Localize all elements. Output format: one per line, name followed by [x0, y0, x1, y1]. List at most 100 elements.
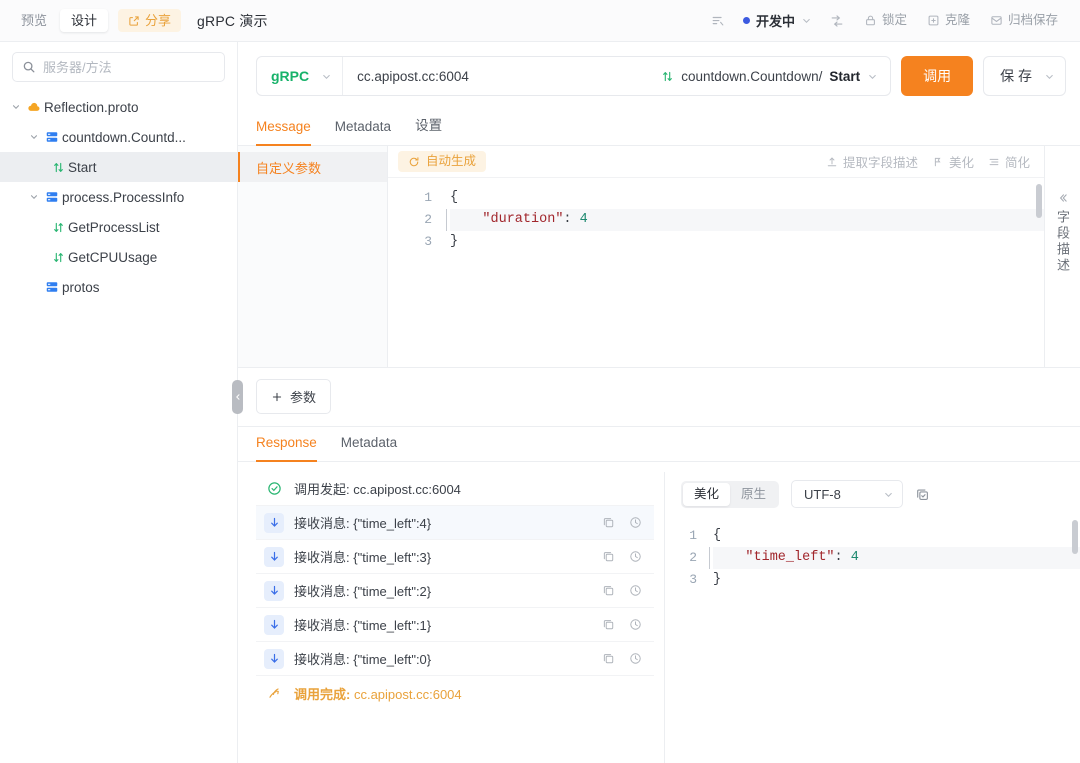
tab-message[interactable]: Message	[256, 111, 311, 146]
response-log-row[interactable]: 调用发起: cc.apipost.cc:6004	[256, 472, 654, 506]
add-param-button[interactable]: 参数	[256, 379, 332, 414]
method-select[interactable]: countdown.Countdown/Start	[655, 57, 890, 95]
archive-save-button[interactable]: 归档保存	[982, 9, 1066, 32]
share-button[interactable]: 分享	[118, 9, 182, 32]
code-token-colon: :	[834, 550, 851, 565]
request-code-editor[interactable]: 1 2 3 { "duration": 4 }	[388, 178, 1044, 367]
clone-button[interactable]: 克隆	[919, 9, 978, 32]
request-editor-scrollbar[interactable]	[1036, 184, 1042, 218]
add-param-row: 参数	[238, 368, 1080, 427]
copy-icon[interactable]	[915, 487, 930, 502]
flow-arrow-button[interactable]	[822, 9, 852, 33]
response-body: 调用发起: cc.apipost.cc:6004 接收消息: {"time_le…	[238, 462, 1080, 763]
response-log-text: 接收消息: {"time_left":2}	[294, 581, 431, 600]
field-description-label: 字段描述	[1055, 210, 1070, 274]
seg-raw[interactable]: 原生	[730, 483, 777, 506]
code-token-key: "time_left"	[745, 550, 835, 565]
invoke-button[interactable]: 调用	[901, 56, 974, 96]
request-editor-column: 自动生成 提取字段描述 美化 简化 1 2 3 {"duration": 4 …	[388, 146, 1044, 367]
response-log-row[interactable]: 接收消息: {"time_left":2}	[256, 574, 654, 608]
copy-icon[interactable]	[602, 550, 615, 563]
response-log-row[interactable]: 调用完成: cc.apipost.cc:6004	[256, 676, 654, 710]
code-line: "duration": 4	[450, 209, 1044, 231]
seg-beautify[interactable]: 美化	[683, 482, 731, 506]
arrow-down-icon	[264, 648, 284, 669]
search-icon	[22, 60, 36, 74]
sidebar-item-getcpuusage[interactable]: GetCPUUsage	[0, 242, 237, 272]
save-button-group[interactable]: 保 存	[983, 56, 1066, 96]
time-icon[interactable]	[629, 516, 642, 529]
url-group: gRPC cc.apipost.cc:6004 countdown.Countd…	[256, 56, 892, 96]
service-icon	[42, 190, 62, 204]
search-box[interactable]	[12, 52, 225, 82]
response-log-row[interactable]: 接收消息: {"time_left":1}	[256, 608, 654, 642]
time-icon[interactable]	[629, 550, 642, 563]
tab-settings[interactable]: 设置	[415, 106, 442, 146]
list-lines-button[interactable]	[703, 9, 733, 33]
minify-button[interactable]: 简化	[988, 152, 1030, 171]
response-log-row[interactable]: 接收消息: {"time_left":4}	[256, 506, 654, 540]
protocol-select[interactable]: gRPC	[257, 57, 344, 95]
tree-node-countdown-service[interactable]: countdown.Countd...	[0, 122, 237, 152]
minify-label: 简化	[1004, 156, 1030, 170]
tab-metadata[interactable]: Metadata	[335, 111, 391, 146]
time-icon[interactable]	[629, 584, 642, 597]
search-input[interactable]	[43, 59, 215, 75]
log-lead: 接收消息:	[294, 652, 350, 667]
extract-icon	[826, 156, 838, 168]
sidebar-collapse-handle[interactable]	[232, 380, 243, 414]
tree-node-label: countdown.Countd...	[62, 129, 186, 145]
time-icon[interactable]	[629, 618, 642, 631]
double-chevron-left-icon[interactable]	[1057, 192, 1069, 204]
lock-button[interactable]: 锁定	[856, 9, 915, 32]
request-code-lines[interactable]: { "duration": 4 }	[444, 178, 1044, 367]
copy-icon[interactable]	[602, 652, 615, 665]
auto-generate-button[interactable]: 自动生成	[398, 151, 487, 172]
share-square-icon	[128, 15, 140, 27]
code-token: {	[450, 190, 459, 205]
chevron-down-icon[interactable]	[26, 132, 42, 142]
tab-response-metadata[interactable]: Metadata	[341, 427, 397, 462]
line-number: 1	[424, 190, 432, 205]
response-row-actions	[602, 652, 642, 665]
extract-field-desc-button[interactable]: 提取字段描述	[826, 152, 918, 171]
top-bar-left: 预览 设计 分享 gRPC 演示	[10, 9, 268, 32]
response-code-lines[interactable]: { "time_left": 4 }	[707, 516, 1080, 763]
sidebar-item-getprocesslist[interactable]: GetProcessList	[0, 212, 237, 242]
response-code-editor[interactable]: 1 2 3 { "time_left": 4 }	[665, 516, 1080, 763]
editor-toolbar: 自动生成 提取字段描述 美化 简化	[388, 146, 1044, 178]
param-item-custom[interactable]: 自定义参数	[238, 152, 387, 182]
field-description-rail[interactable]: 字段描述	[1044, 146, 1080, 367]
body: Reflection.proto countdown.C	[0, 42, 1080, 763]
tab-response[interactable]: Response	[256, 427, 317, 462]
response-log-row[interactable]: 接收消息: {"time_left":3}	[256, 540, 654, 574]
tree-node-processinfo-service[interactable]: process.ProcessInfo	[0, 182, 237, 212]
copy-icon[interactable]	[602, 618, 615, 631]
response-editor-scrollbar[interactable]	[1072, 520, 1078, 554]
proto-tree: Reflection.proto countdown.Countd... Sta…	[0, 88, 237, 302]
code-line: }	[450, 231, 1044, 253]
tree-node-reflection-proto[interactable]: Reflection.proto	[0, 92, 237, 122]
sidebar-item-start[interactable]: Start	[0, 152, 237, 182]
tab-preview[interactable]: 预览	[10, 9, 58, 32]
tab-design[interactable]: 设计	[60, 9, 109, 32]
time-icon[interactable]	[629, 652, 642, 665]
status-badge[interactable]: 开发中	[737, 6, 818, 35]
save-button[interactable]: 保 存	[984, 66, 1044, 86]
tree-node-protos[interactable]: protos	[0, 272, 237, 302]
lock-label: 锁定	[881, 13, 907, 28]
server-url-input[interactable]: cc.apipost.cc:6004	[343, 69, 655, 84]
beautify-button[interactable]: 美化	[932, 152, 974, 171]
stream-arrows-icon	[48, 161, 68, 174]
encoding-select[interactable]: UTF-8	[791, 480, 904, 508]
response-log-row[interactable]: 接收消息: {"time_left":0}	[256, 642, 654, 676]
copy-icon[interactable]	[602, 516, 615, 529]
code-line: {	[450, 187, 1044, 209]
chevron-down-icon[interactable]	[1044, 71, 1065, 82]
clone-icon	[927, 14, 940, 27]
chevron-down-icon[interactable]	[26, 192, 42, 202]
method-service-label: countdown.Countdown/	[681, 68, 823, 84]
chevron-down-icon[interactable]	[8, 102, 24, 112]
copy-icon[interactable]	[602, 584, 615, 597]
